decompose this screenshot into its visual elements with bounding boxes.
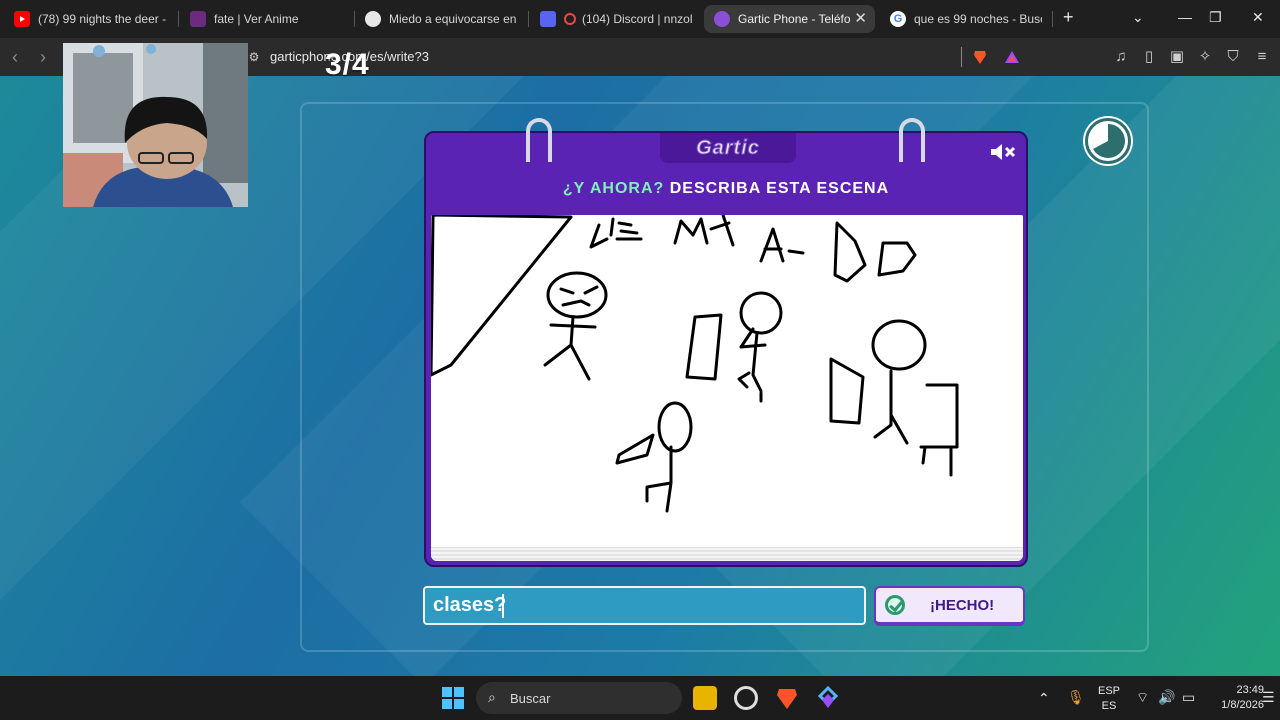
tab-separator [1052,11,1053,27]
vpn-icon[interactable]: ⛉ [1225,49,1241,65]
scene-drawing [431,215,959,513]
minimize-icon[interactable]: — [1178,9,1192,25]
tab-youtube[interactable]: (78) 99 nights the deer - Y [4,5,176,33]
timer-icon [1085,118,1131,164]
done-label: ¡HECHO! [930,596,995,614]
clock-date[interactable]: 1/8/2026 [1206,699,1264,711]
tab-gartic-phone[interactable]: Gartic Phone - Teléfon ✕ [704,5,875,33]
chevron-down-icon[interactable]: ⌄ [1132,9,1144,26]
google-icon: G [890,11,906,27]
brave-rewards-icon[interactable] [1004,49,1020,65]
prompt-text: DESCRIBA ESTA ESCENA [664,180,890,197]
language-top[interactable]: ESP [1096,685,1122,697]
taskbar-search-label: Buscar [510,690,551,706]
done-button[interactable]: ¡HECHO! [874,586,1025,626]
leo-ai-icon[interactable]: ✧ [1197,49,1213,65]
youtube-icon [14,11,30,27]
taskbar-search[interactable]: ⌕ Buscar [476,682,682,714]
tab-separator [178,11,179,27]
new-tab-icon[interactable]: + [1063,7,1074,28]
wallet-icon[interactable]: ▣ [1169,49,1185,65]
gartic-logo: Gartic [696,137,760,160]
brave-browser-icon[interactable] [775,686,799,710]
sidebar-icon[interactable]: ▯ [1141,49,1157,65]
prompt-heading: ¿Y AHORA? DESCRIBA ESTA ESCENA [426,180,1026,198]
volume-icon[interactable]: 🔊 [1158,689,1175,706]
battery-icon[interactable]: ▭ [1182,689,1195,706]
tab-anime[interactable]: fate | Ver Anime [180,5,352,33]
tab-discord[interactable]: (104) Discord | nnzold [530,5,702,33]
chatgpt-app-icon[interactable] [734,686,758,710]
check-icon [885,595,905,615]
clock-time[interactable]: 23:49 [1212,684,1264,696]
gartic-phone-icon [714,11,730,27]
windows-start-icon[interactable] [441,686,465,710]
site-settings-icon[interactable]: ⚙ [246,49,262,65]
chatgpt-icon [365,11,381,27]
file-explorer-icon[interactable] [693,686,717,710]
wifi-icon[interactable]: ⌔ [1136,689,1149,707]
language-bottom[interactable]: ES [1096,700,1122,712]
notebook-ring-left [526,118,552,162]
prompt-prefix: ¿Y AHORA? [562,180,665,197]
recording-icon [564,13,576,25]
brave-shield-icon[interactable] [972,49,988,65]
round-counter: 3/4 [325,48,370,81]
browser-tab-strip: (78) 99 nights the deer - Y fate | Ver A… [0,0,1280,38]
scene-card: Gartic ¿Y AHORA? DESCRIBA ESTA ESCENA [424,131,1028,567]
notebook-ring-right [899,118,925,162]
text-caret [502,594,504,618]
drawing-canvas [431,215,1023,561]
discord-icon [540,11,556,27]
answer-input[interactable] [423,586,866,625]
microphone-icon[interactable]: 🎙 [1067,689,1085,706]
close-tab-icon[interactable]: ✕ [854,9,867,27]
menu-icon[interactable]: ≡ [1254,49,1270,65]
webcam-feed [63,43,248,207]
webcam-overlay [63,43,248,207]
tab-chatgpt[interactable]: Miedo a equivocarse en cl [355,5,527,33]
address-separator [961,47,962,67]
music-icon[interactable]: ♫ [1113,49,1129,65]
forward-icon[interactable]: › [40,47,46,68]
tab-google-search[interactable]: G que es 99 noches - Buscar [880,5,1052,33]
restore-icon[interactable]: ❐ [1209,9,1222,26]
notifications-icon[interactable]: ☰ [1262,689,1275,706]
tab-separator [528,11,529,27]
paper-edge [431,547,1023,561]
back-icon[interactable]: ‹ [12,47,18,68]
windows-taskbar: ⌕ Buscar ⌃ 🎙 ESP ES ⌔ 🔊 ▭ 23:49 1/8/2026… [0,676,1280,720]
tray-chevron-icon[interactable]: ⌃ [1038,690,1050,707]
kodi-app-icon[interactable] [816,685,840,710]
anime-site-icon [190,11,206,27]
close-window-icon[interactable]: ✕ [1252,9,1264,26]
mute-icon[interactable] [989,141,1017,169]
search-icon: ⌕ [488,689,496,705]
